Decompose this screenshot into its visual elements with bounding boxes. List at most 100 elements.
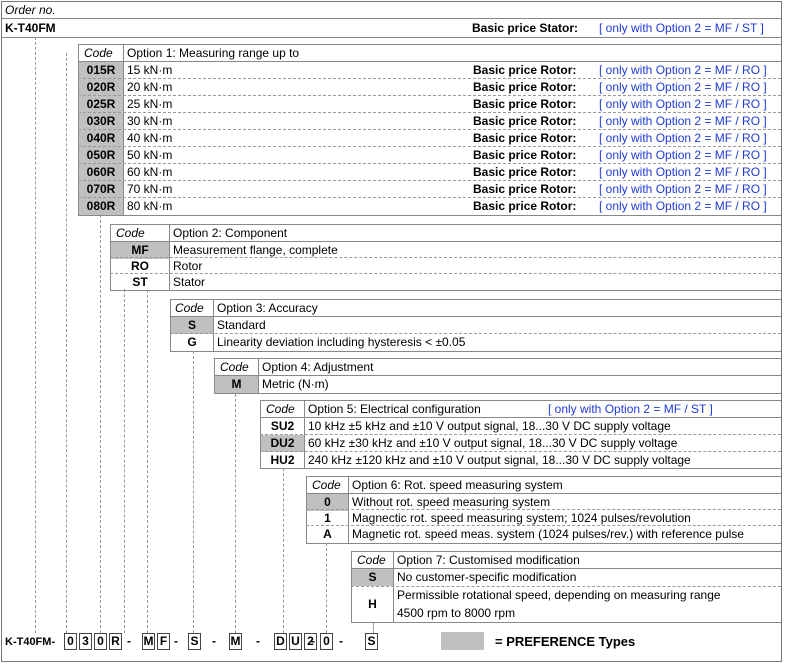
option7-description-line2: 4500 rpm to 8000 rpm <box>397 606 516 620</box>
option6-title: Option 6: Rot. speed measuring system <box>352 478 563 492</box>
option7-code: S <box>368 570 377 584</box>
order-separator: - <box>256 634 260 648</box>
option1-code: 050R <box>86 148 116 162</box>
order-code-box[interactable]: 0 <box>320 633 333 650</box>
order-code-box[interactable]: U <box>289 633 302 650</box>
option5-description: 10 kHz ±5 kHz and ±10 V output signal, 1… <box>308 419 671 433</box>
order-code-box[interactable]: 0 <box>94 633 107 650</box>
option5-code: SU2 <box>270 419 295 433</box>
product-code: K-T40FM <box>5 21 56 35</box>
option7-title: Option 7: Customised modification <box>397 553 580 567</box>
rotor-price-note: [ only with Option 2 = MF / RO ] <box>599 97 767 111</box>
rotor-price-note: [ only with Option 2 = MF / RO ] <box>599 182 767 196</box>
option4-code-header: Code <box>220 360 249 374</box>
option1-code: 040R <box>86 131 116 145</box>
option6-description: Magnectic rot. speed measuring system; 1… <box>352 511 691 525</box>
option5-note: [ only with Option 2 = MF / ST ] <box>548 402 713 416</box>
order-code-box[interactable]: S <box>188 633 201 650</box>
order-code-box[interactable]: 3 <box>79 633 92 650</box>
rotor-price-note: [ only with Option 2 = MF / RO ] <box>599 63 767 77</box>
order-separator: - <box>311 634 315 648</box>
rotor-price-note: [ only with Option 2 = MF / RO ] <box>599 148 767 162</box>
order-no-label: Order no. <box>5 3 56 17</box>
option1-code: 080R <box>86 199 116 213</box>
option2-description: Rotor <box>173 259 203 273</box>
option1-description: 20 kN·m <box>127 80 173 94</box>
option2-code-header: Code <box>116 226 145 240</box>
rotor-price-label: Basic price Rotor: <box>473 63 577 77</box>
option6-description: Magnetic rot. speed meas. system (1024 p… <box>352 527 744 541</box>
option3-title: Option 3: Accuracy <box>217 301 318 315</box>
option2-description: Stator <box>173 275 206 289</box>
rotor-price-label: Basic price Rotor: <box>473 97 577 111</box>
option5-description: 60 kHz ±30 kHz and ±10 V output signal, … <box>308 436 678 450</box>
option5-code: DU2 <box>261 435 304 452</box>
option6-description: Without rot. speed measuring system <box>352 495 551 509</box>
stator-price-label: Basic price Stator: <box>472 21 579 35</box>
order-code-box[interactable]: F <box>157 633 170 650</box>
rotor-price-label: Basic price Rotor: <box>473 114 577 128</box>
order-separator: - <box>212 634 216 648</box>
option1-code: 030R <box>86 114 116 128</box>
option1-code: 020R <box>86 80 116 94</box>
order-code-box[interactable]: 0 <box>64 633 77 650</box>
order-separator: - <box>127 634 131 648</box>
order-code-box[interactable]: R <box>109 633 122 650</box>
rotor-price-note: [ only with Option 2 = MF / RO ] <box>599 80 767 94</box>
option2-code: ST <box>132 275 148 289</box>
option5-description: 240 kHz ±120 kHz and ±10 V output signal… <box>308 453 691 467</box>
option1-code: 025R <box>86 97 116 111</box>
option1-description: 25 kN·m <box>127 97 173 111</box>
option1-code: 015R <box>86 63 116 77</box>
rotor-price-note: [ only with Option 2 = MF / RO ] <box>599 131 767 145</box>
option1-code: 060R <box>86 165 116 179</box>
rotor-price-label: Basic price Rotor: <box>473 131 577 145</box>
option6-code: A <box>323 527 332 541</box>
option1-description: 80 kN·m <box>127 199 173 213</box>
option5-code-header: Code <box>266 402 295 416</box>
option4-code: M <box>215 376 258 393</box>
order-code-box[interactable]: S <box>365 633 378 650</box>
option1-description: 40 kN·m <box>127 131 173 145</box>
rotor-price-note: [ only with Option 2 = MF / RO ] <box>599 114 767 128</box>
rotor-price-label: Basic price Rotor: <box>473 199 577 213</box>
rotor-price-label: Basic price Rotor: <box>473 148 577 162</box>
rotor-price-label: Basic price Rotor: <box>473 182 577 196</box>
option7-description: Permissible rotational speed, depending … <box>397 588 721 602</box>
option4-title: Option 4: Adjustment <box>262 360 374 374</box>
legend-label: = PREFERENCE Types <box>495 634 636 649</box>
rotor-price-note: [ only with Option 2 = MF / RO ] <box>599 165 767 179</box>
option2-description: Measurement flange, complete <box>173 243 338 257</box>
option5-title: Option 5: Electrical configuration <box>308 402 481 416</box>
order-code-box[interactable]: M <box>142 633 155 650</box>
option3-description: Standard <box>217 318 266 332</box>
option5-code: HU2 <box>270 453 295 467</box>
option6-code-header: Code <box>312 478 341 492</box>
option4-description: Metric (N·m) <box>262 377 329 391</box>
option1-code-header: Code <box>84 46 113 60</box>
rotor-price-label: Basic price Rotor: <box>473 80 577 94</box>
option7-code: H <box>368 597 377 611</box>
option1-description: 30 kN·m <box>127 114 173 128</box>
order-separator: - <box>174 634 178 648</box>
option3-code: S <box>171 317 213 334</box>
rotor-price-label: Basic price Rotor: <box>473 165 577 179</box>
option1-description: 70 kN·m <box>127 182 173 196</box>
order-separator: - <box>339 634 343 648</box>
legend-swatch <box>441 632 484 650</box>
option1-description: 50 kN·m <box>127 148 173 162</box>
option1-description: 15 kN·m <box>127 63 173 77</box>
order-line-prefix: K-T40FM- <box>5 636 56 648</box>
order-code-box[interactable]: D <box>274 633 287 650</box>
option7-description: No customer-specific modification <box>397 570 577 584</box>
option3-description: Linearity deviation including hysteresis… <box>217 335 466 349</box>
order-code-box[interactable]: M <box>229 633 242 650</box>
option1-title: Option 1: Measuring range up to <box>127 46 300 60</box>
option3-code: G <box>187 335 197 349</box>
option3-code-header: Code <box>175 301 204 315</box>
option7-code-header: Code <box>357 553 386 567</box>
rotor-price-note: [ only with Option 2 = MF / RO ] <box>599 199 767 213</box>
option1-code: 070R <box>86 182 116 196</box>
stator-price-note: [ only with Option 2 = MF / ST ] <box>599 21 764 35</box>
option1-description: 60 kN·m <box>127 165 173 179</box>
